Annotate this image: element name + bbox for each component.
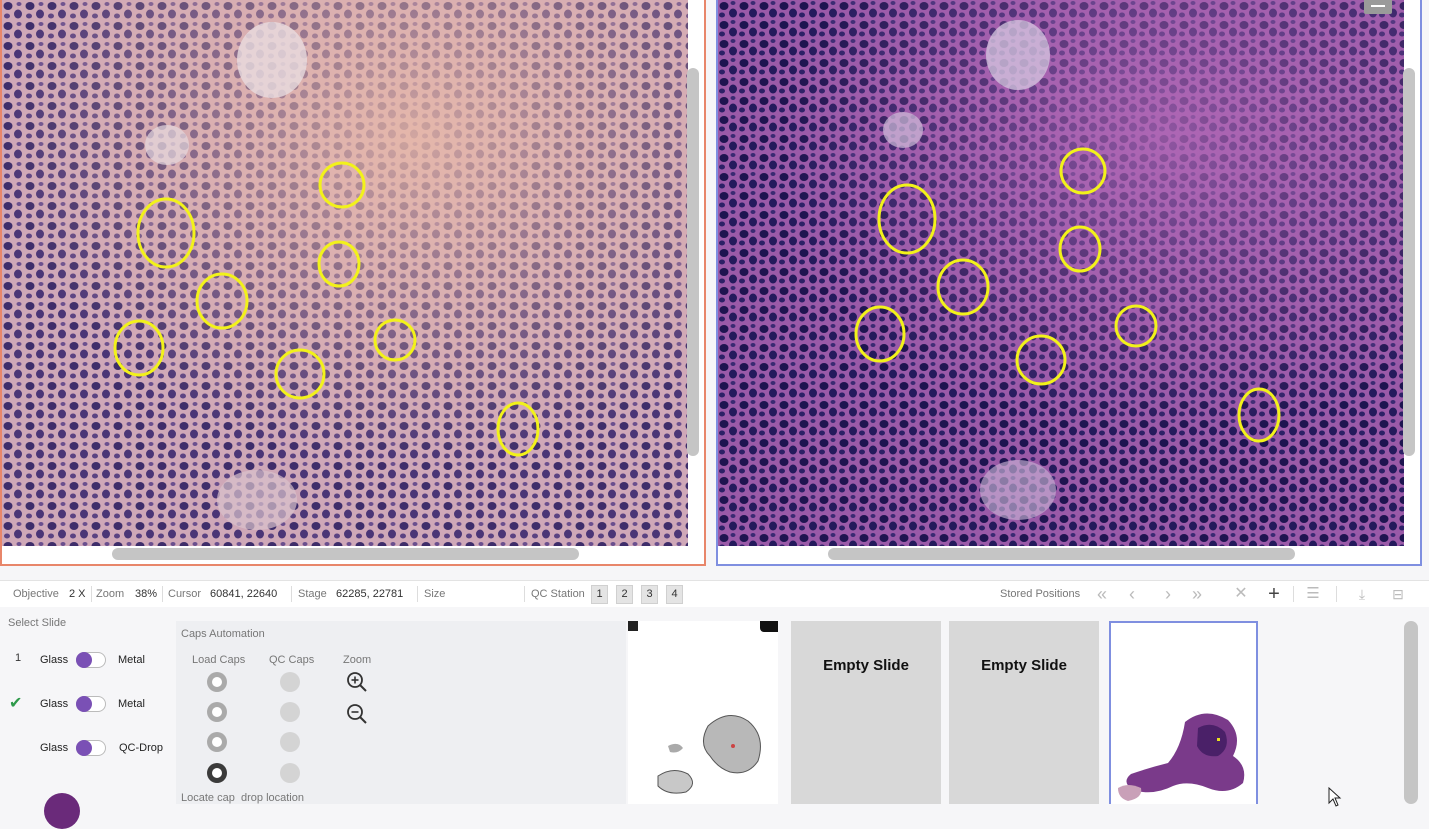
slide-metal-label: Metal	[118, 654, 145, 666]
stage-label: Stage	[298, 588, 327, 600]
empty-slide-thumbnail-3[interactable]: Empty Slide	[949, 621, 1099, 804]
collapse-icon[interactable]: ⊟	[1388, 585, 1408, 603]
qc-caps-label: QC Caps	[269, 654, 315, 666]
slide-row-3[interactable]: Glass QC-Drop	[0, 737, 170, 761]
zoom-column-label: Zoom	[343, 654, 372, 666]
qc-cap-1[interactable]	[280, 672, 300, 692]
objective-label: Objective	[13, 588, 59, 600]
mouse-pointer-icon	[1328, 787, 1342, 807]
zoom-in-icon[interactable]	[346, 671, 368, 693]
divider	[162, 586, 163, 602]
empty-slide-label: Empty Slide	[981, 657, 1067, 674]
stored-positions-label: Stored Positions	[1000, 588, 1081, 600]
empty-slide-thumbnail-2[interactable]: Empty Slide	[791, 621, 941, 804]
thumbnail-tissue-image	[1118, 713, 1245, 801]
zoom-out-icon[interactable]	[346, 703, 368, 725]
load-caps-label: Load Caps	[192, 654, 246, 666]
add-position-icon[interactable]: +	[1264, 584, 1284, 604]
load-cap-4[interactable]	[207, 763, 227, 783]
slide-glass-label: Glass	[40, 654, 69, 666]
slide-row-2[interactable]: ✔ Glass Metal	[0, 693, 170, 717]
right-vertical-scrollbar[interactable]	[1403, 68, 1415, 456]
qc-station-2-button[interactable]: 2	[616, 585, 633, 604]
qc-station-3-button[interactable]: 3	[641, 585, 658, 604]
check-icon: ✔	[9, 695, 23, 712]
slide-row-1[interactable]: 1 Glass Metal	[0, 649, 170, 673]
slide-metal-label: Metal	[118, 698, 145, 710]
stage-value: 62285, 22781	[336, 588, 404, 600]
load-cap-1[interactable]	[207, 672, 227, 692]
divider	[524, 586, 525, 602]
slide-glass-label: Glass	[40, 742, 69, 754]
load-cap-2[interactable]	[207, 702, 227, 722]
slide-glass-label: Glass	[40, 698, 69, 710]
empty-slide-label: Empty Slide	[823, 657, 909, 674]
slide-thumbnail-1[interactable]	[628, 621, 778, 804]
previous-position-icon[interactable]: ‹	[1122, 585, 1142, 603]
zoom-value: 38%	[135, 588, 158, 600]
last-position-icon[interactable]: »	[1187, 585, 1207, 603]
download-icon[interactable]: ⤓	[1352, 585, 1372, 603]
bottom-panel: Select Slide 1 Glass Metal ✔ Glass Metal…	[0, 607, 1429, 829]
left-tissue-image[interactable]	[2, 0, 688, 546]
caps-automation-panel: Caps Automation Load Caps QC Caps Zoom L…	[176, 621, 626, 804]
divider	[1293, 586, 1294, 602]
right-slide-viewer[interactable]	[716, 0, 1422, 566]
objective-value: 2 X	[69, 588, 86, 600]
right-horizontal-scrollbar[interactable]	[828, 548, 1295, 560]
left-slide-viewer[interactable]	[0, 0, 706, 566]
run-button[interactable]	[44, 793, 80, 829]
size-label: Size	[424, 588, 446, 600]
locate-cap-label: Locate cap	[181, 792, 235, 804]
slide-qcdrop-label: QC-Drop	[119, 742, 164, 754]
cursor-value: 60841, 22640	[210, 588, 278, 600]
zoom-label: Zoom	[96, 588, 125, 600]
drop-location-label: drop location	[241, 792, 304, 804]
cursor-label: Cursor	[168, 588, 202, 600]
thumbnail-corner-mark	[628, 621, 638, 631]
left-vertical-scrollbar[interactable]	[687, 68, 699, 456]
next-position-icon[interactable]: ›	[1158, 585, 1178, 603]
thumbnail-label-mark	[760, 621, 778, 632]
thumbnail-tissue-image	[657, 715, 761, 794]
qc-station-4-button[interactable]: 4	[666, 585, 683, 604]
divider	[91, 586, 92, 602]
caps-automation-title: Caps Automation	[181, 628, 265, 640]
qc-cap-3[interactable]	[280, 732, 300, 752]
glass-metal-toggle[interactable]	[76, 652, 106, 668]
qc-station-label: QC Station	[531, 588, 585, 600]
status-bar: Objective 2 X Zoom 38% Cursor 60841, 226…	[0, 580, 1429, 608]
right-tissue-image[interactable]	[718, 0, 1404, 546]
load-cap-3[interactable]	[207, 732, 227, 752]
qc-station-1-button[interactable]: 1	[591, 585, 608, 604]
glass-qcdrop-toggle[interactable]	[76, 740, 106, 756]
slide-thumbnail-4-selected[interactable]	[1109, 621, 1258, 804]
slide-row-marker: 1	[15, 652, 22, 664]
qc-cap-2[interactable]	[280, 702, 300, 722]
first-position-icon[interactable]: «	[1092, 585, 1112, 603]
thumbnail-scrollbar[interactable]	[1404, 621, 1418, 804]
divider	[291, 586, 292, 602]
qc-cap-4[interactable]	[280, 763, 300, 783]
list-icon[interactable]: ☰	[1303, 585, 1323, 603]
left-horizontal-scrollbar[interactable]	[112, 548, 579, 560]
divider	[1336, 586, 1337, 602]
minimize-viewer-button[interactable]	[1364, 0, 1392, 14]
select-slide-title: Select Slide	[8, 617, 67, 629]
delete-position-icon[interactable]: ✕	[1231, 585, 1251, 603]
glass-metal-toggle[interactable]	[76, 696, 106, 712]
divider	[417, 586, 418, 602]
